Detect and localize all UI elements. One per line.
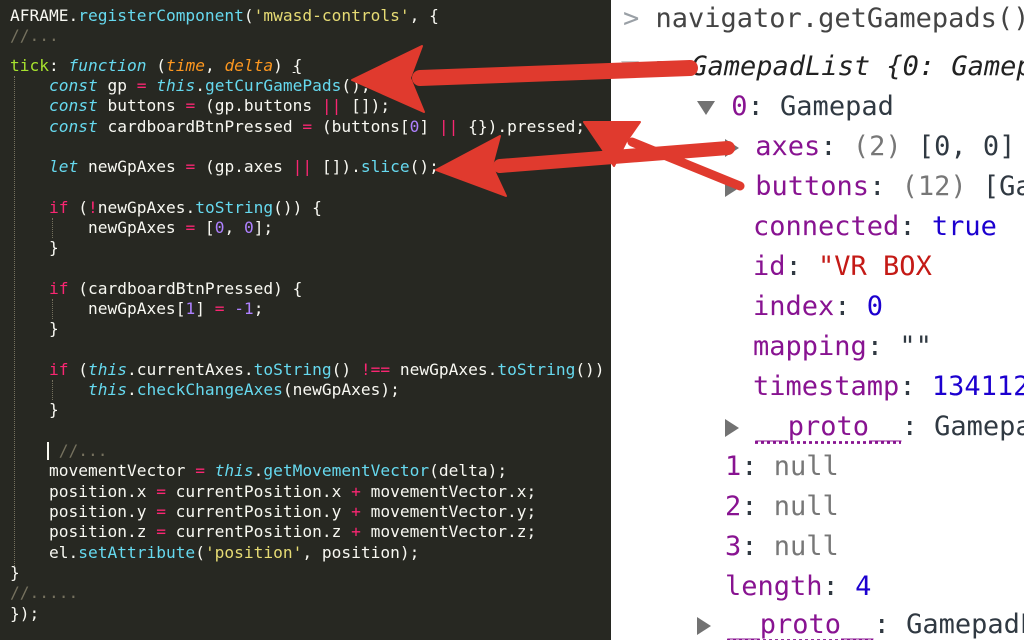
mapping-row: mapping: "": [753, 331, 932, 362]
code-comment: //...: [10, 26, 59, 45]
gamepad-item-row[interactable]: 0: Gamepad: [697, 90, 894, 124]
code-line: const gp = this.getCurGamePads();: [48, 76, 371, 95]
code-line: newGpAxes = [0, 0];: [87, 218, 274, 237]
collapse-arrow-icon[interactable]: [725, 418, 739, 437]
expand-arrow-icon[interactable]: [621, 60, 639, 75]
devtools-console[interactable]: > navigator.getGamepads() GamepadList {0…: [611, 0, 1024, 640]
gamepadlist-row[interactable]: GamepadList {0: Gamep: [621, 50, 1024, 84]
code-comment: //...: [58, 441, 108, 460]
code-comment: //.....: [10, 583, 79, 602]
code-line: const cardboardBtnPressed = (buttons[0] …: [48, 117, 586, 136]
code-line: el.setAttribute('position', position);: [48, 543, 420, 562]
item2-row: 2: null: [725, 491, 839, 522]
buttons-row[interactable]: buttons: (12) [Ga: [725, 170, 1024, 204]
code-line: if (!newGpAxes.toString()) {: [48, 198, 322, 217]
expand-arrow-icon[interactable]: [657, 60, 675, 75]
code-line: }: [10, 400, 59, 419]
code-line: AFRAME.registerComponent('mwasd-controls…: [10, 6, 439, 25]
collapse-arrow-icon[interactable]: [725, 178, 739, 197]
code-editor[interactable]: AFRAME.registerComponent('mwasd-controls…: [0, 0, 611, 640]
id-row: id: "VR BOX: [753, 251, 932, 282]
text-cursor: [47, 442, 49, 460]
collapse-arrow-icon[interactable]: [725, 138, 739, 157]
code-line: let newGpAxes = (gp.axes || []).slice();: [48, 157, 439, 176]
console-input-line: > navigator.getGamepads(): [623, 3, 1024, 34]
code-line: position.z = currentPosition.z + movemen…: [10, 522, 537, 541]
expand-arrow-icon[interactable]: [697, 100, 715, 115]
code-line: tick: function (time, delta) {: [10, 56, 303, 75]
code-line: this.checkChangeAxes(newGpAxes);: [87, 380, 400, 399]
code-line: }: [10, 563, 20, 582]
length-row: length: 4: [725, 571, 872, 602]
prompt-chevron-icon: >: [623, 3, 656, 34]
item1-row: 1: null: [725, 451, 839, 482]
index-row: index: 0: [753, 291, 884, 322]
code-line: });: [10, 604, 40, 623]
code-line: const buttons = (gp.buttons || []);: [48, 96, 391, 115]
code-line: movementVector = this.getMovementVector(…: [48, 461, 508, 480]
code-line: position.x = currentPosition.x + movemen…: [10, 482, 537, 501]
code-line: }: [10, 319, 59, 338]
gamepad-proto-row[interactable]: __proto__: Gamepa: [725, 410, 1024, 444]
timestamp-row: timestamp: 134112: [753, 371, 1024, 402]
code-line: if (cardboardBtnPressed) {: [48, 279, 303, 298]
gamepadlist-proto-row[interactable]: __proto__: GamepadL: [697, 608, 1024, 640]
code-line: if (this.currentAxes.toString() !== newG…: [48, 360, 605, 379]
connected-row: connected: true: [753, 211, 997, 242]
code-line: position.y = currentPosition.y + movemen…: [10, 502, 537, 521]
collapse-arrow-icon[interactable]: [697, 616, 711, 635]
axes-row[interactable]: axes: (2) [0, 0]: [725, 130, 1015, 164]
code-line: newGpAxes[1] = -1;: [87, 299, 264, 318]
item3-row: 3: null: [725, 531, 839, 562]
code-line: }: [10, 238, 59, 257]
